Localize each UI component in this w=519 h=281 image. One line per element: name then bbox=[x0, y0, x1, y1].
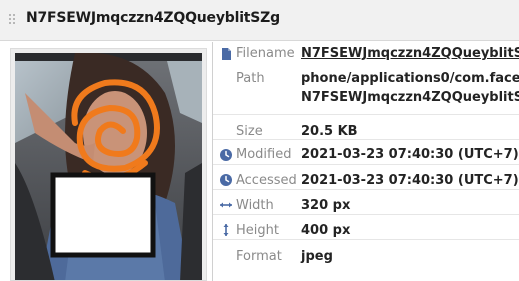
title-bar: N7FSEWJmqczzn4ZQQueyblitSZg bbox=[0, 0, 519, 41]
redaction-box bbox=[50, 172, 156, 258]
format-value: jpeg bbox=[301, 249, 333, 264]
property-row-height: Height 400 px bbox=[213, 214, 519, 239]
filename-label: Filename bbox=[236, 46, 295, 61]
property-row-path: Path phone/applications0/com.facebo N7FS… bbox=[213, 66, 519, 114]
property-row-size: Size 20.5 KB bbox=[213, 114, 519, 139]
thumbnail-panel bbox=[10, 48, 207, 281]
property-row-accessed: Accessed 2021-03-23 07:40:30 (UTC+7) bbox=[213, 164, 519, 189]
height-label: Height bbox=[236, 223, 279, 238]
file-icon bbox=[222, 48, 231, 60]
modified-label: Modified bbox=[236, 147, 292, 162]
accessed-value: 2021-03-23 07:40:30 (UTC+7) bbox=[301, 173, 519, 188]
photo-thumbnail bbox=[15, 53, 202, 280]
accessed-label: Accessed bbox=[236, 173, 297, 188]
drag-handle-icon[interactable] bbox=[8, 13, 17, 25]
modified-value: 2021-03-23 07:40:30 (UTC+7) bbox=[301, 147, 519, 162]
property-row-filename: Filename N7FSEWJmqczzn4ZQQueyblitSZg bbox=[213, 42, 519, 66]
path-label: Path bbox=[236, 71, 265, 86]
height-arrow-icon bbox=[223, 224, 229, 236]
properties-list: Filename N7FSEWJmqczzn4ZQQueyblitSZg Pat… bbox=[213, 42, 519, 281]
clock-icon bbox=[220, 149, 232, 161]
size-label: Size bbox=[236, 124, 263, 139]
property-row-modified: Modified 2021-03-23 07:40:30 (UTC+7) bbox=[213, 139, 519, 164]
filename-value[interactable]: N7FSEWJmqczzn4ZQQueyblitSZg bbox=[301, 46, 519, 61]
path-value-line2: N7FSEWJmqczzn4ZQQueyblitSZg bbox=[301, 90, 519, 105]
width-arrow-icon bbox=[220, 202, 232, 208]
size-value: 20.5 KB bbox=[301, 124, 358, 139]
clock-icon bbox=[220, 174, 232, 186]
path-value-line1: phone/applications0/com.facebo bbox=[301, 71, 519, 86]
height-value: 400 px bbox=[301, 223, 351, 238]
property-row-format: Format jpeg bbox=[213, 239, 519, 264]
format-label: Format bbox=[236, 249, 282, 264]
file-title: N7FSEWJmqczzn4ZQQueyblitSZg bbox=[26, 10, 280, 26]
width-value: 320 px bbox=[301, 198, 351, 213]
width-label: Width bbox=[236, 198, 274, 213]
property-row-width: Width 320 px bbox=[213, 189, 519, 214]
